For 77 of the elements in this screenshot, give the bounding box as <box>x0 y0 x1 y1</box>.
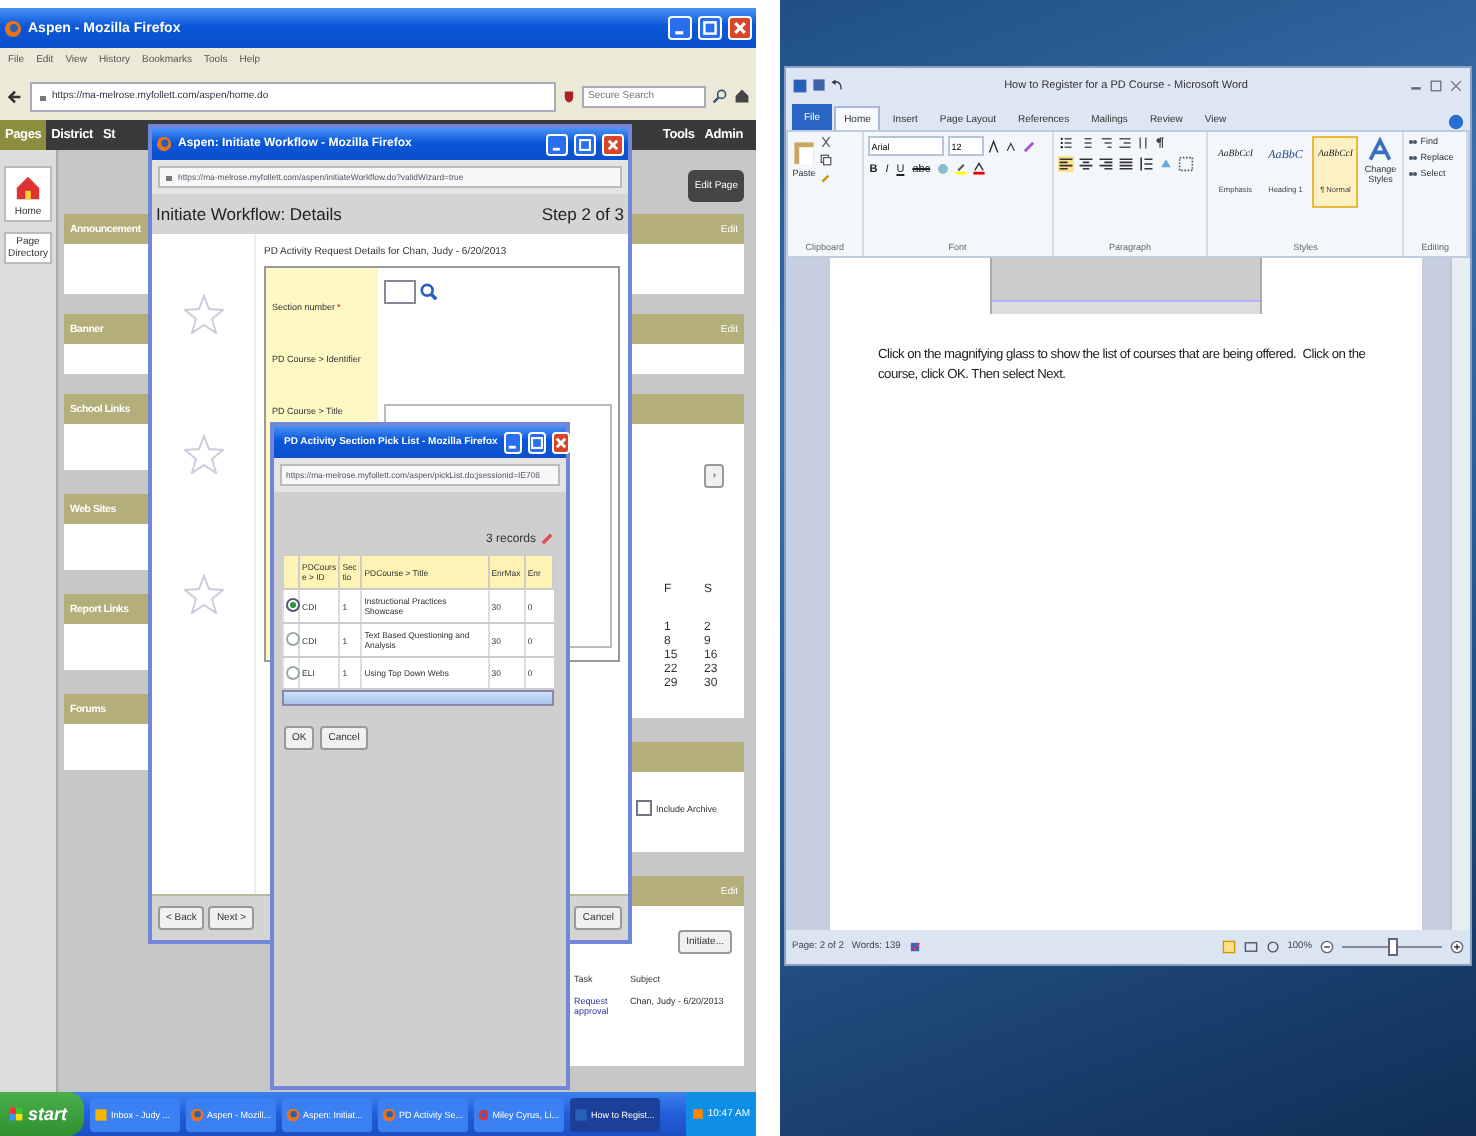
section-number-field[interactable] <box>384 280 416 304</box>
star-icon <box>183 574 223 614</box>
word-app-icon <box>573 1107 588 1121</box>
minimize-button[interactable] <box>668 16 692 40</box>
sort-icon <box>1135 136 1150 150</box>
justify-icon <box>1117 156 1134 172</box>
font-color-icon <box>972 162 987 176</box>
paintbrush-icon <box>820 172 832 184</box>
chrome-logo-icon <box>477 1107 489 1121</box>
row-radio[interactable] <box>286 665 300 679</box>
dialog-heading: Initiate Workflow: Details <box>156 204 342 224</box>
star-icon <box>183 294 223 334</box>
eraser-icon <box>540 532 554 546</box>
mail-app-icon <box>93 1107 108 1121</box>
lock-icon <box>38 91 48 101</box>
row-radio[interactable] <box>286 632 300 646</box>
web-layout-icon <box>1265 940 1280 954</box>
home-icon <box>734 88 750 104</box>
multilevel-list-icon <box>1097 136 1114 150</box>
include-archive-checkbox[interactable] <box>636 800 652 816</box>
search-icon <box>420 282 438 302</box>
star-icon <box>183 434 223 474</box>
highlighter-icon <box>954 162 969 176</box>
print-layout-icon <box>1221 940 1236 954</box>
borders-icon <box>1177 156 1194 172</box>
windows-flag-icon <box>8 1106 24 1122</box>
zoom-out-icon <box>1320 940 1334 954</box>
scissors-icon <box>820 136 832 148</box>
horizontal-scrollbar[interactable] <box>282 690 554 706</box>
firefox-logo-icon <box>381 1107 395 1121</box>
align-left-icon <box>1057 156 1074 172</box>
row-radio[interactable] <box>286 598 300 612</box>
search-icon <box>712 88 728 104</box>
proofing-icon <box>908 940 923 954</box>
align-right-icon <box>1097 156 1114 172</box>
line-spacing-icon <box>1137 156 1154 172</box>
undo-icon <box>830 78 844 92</box>
firefox-logo-icon <box>189 1107 203 1121</box>
help-icon <box>1448 114 1464 130</box>
close-icon <box>553 435 568 449</box>
save-icon <box>812 78 826 92</box>
styles-letter-icon <box>1368 136 1393 164</box>
zoom-in-icon <box>1450 940 1464 954</box>
reading-layout-icon <box>1243 940 1258 954</box>
firefox-logo-icon <box>4 19 22 37</box>
step-indicator: Step 2 of 3 <box>541 204 624 224</box>
close-button[interactable] <box>1448 77 1464 93</box>
indent-icon <box>1117 136 1132 150</box>
shrink-font-icon <box>1005 140 1018 152</box>
close-icon <box>1450 79 1462 91</box>
text-effects-icon <box>936 162 951 176</box>
word-app-icon <box>792 77 808 93</box>
firefox-logo-icon <box>285 1107 300 1121</box>
clear-format-icon <box>1021 139 1036 153</box>
minimize-button[interactable] <box>503 431 522 453</box>
firefox-logo-icon <box>156 136 172 152</box>
grow-font-icon <box>987 139 1002 153</box>
lock-icon <box>164 172 174 182</box>
maximize-icon <box>1430 79 1442 91</box>
copy-icon <box>820 154 832 166</box>
close-icon <box>606 137 620 151</box>
maximize-button[interactable] <box>1428 77 1444 93</box>
clipboard-icon <box>792 136 816 168</box>
shield-icon <box>562 89 576 103</box>
align-center-icon <box>1077 156 1094 172</box>
tray-icon <box>691 1108 704 1120</box>
maximize-icon <box>578 137 592 151</box>
shading-icon <box>1157 156 1174 172</box>
vertical-scrollbar[interactable] <box>1450 258 1470 930</box>
minimize-button[interactable] <box>546 133 568 155</box>
maximize-icon <box>529 435 544 449</box>
bullet-list-icon <box>1057 136 1074 150</box>
back-arrow-icon <box>6 87 24 105</box>
close-icon <box>732 20 748 36</box>
zoom-slider-thumb[interactable] <box>1388 938 1398 956</box>
maximize-icon <box>702 20 718 36</box>
pilcrow-icon <box>1153 136 1166 150</box>
